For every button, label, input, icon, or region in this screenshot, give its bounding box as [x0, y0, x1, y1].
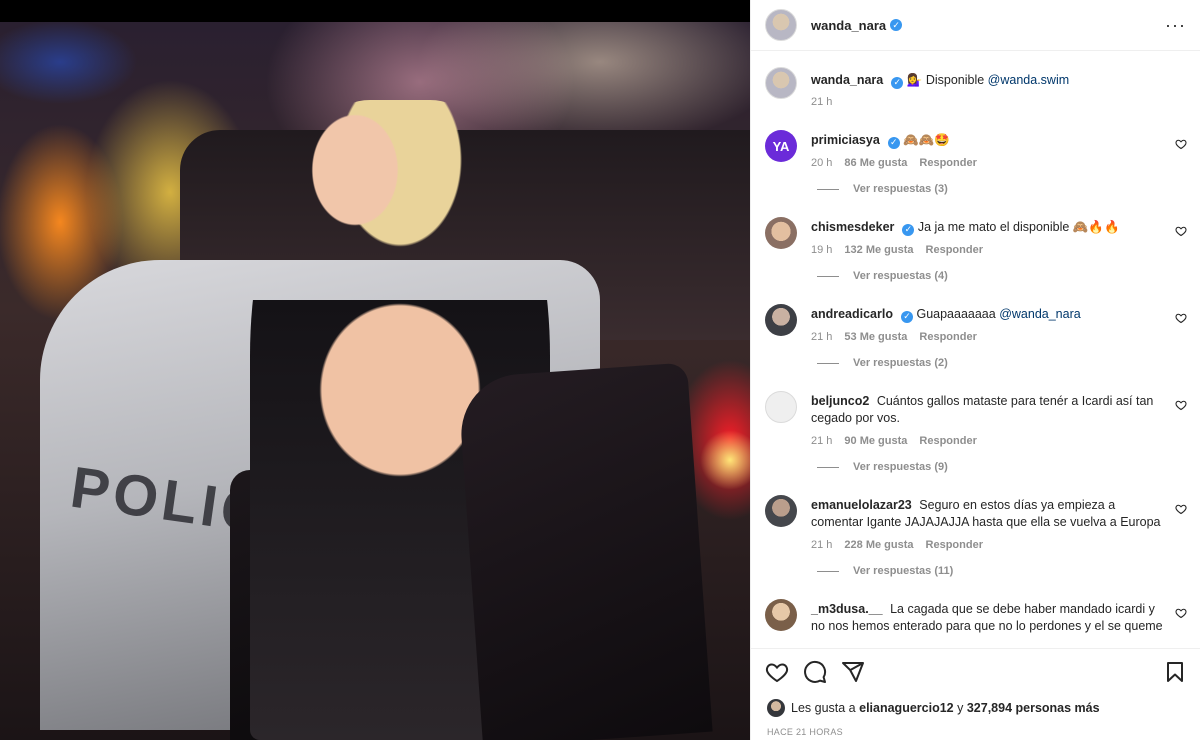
comment-item: emanuelolazar23 Seguro en estos días ya … [765, 493, 1187, 551]
caption-time[interactable]: 21 h [811, 96, 832, 108]
comment-item: chismesdeker ✓ Ja ja me mato el disponibl… [765, 215, 1187, 256]
view-replies-label: Ver respuestas (11) [853, 565, 954, 577]
comment-reply-button[interactable]: Responder [919, 331, 976, 343]
view-replies-label: Ver respuestas (9) [853, 461, 948, 473]
comment-avatar[interactable]: YA [765, 130, 797, 162]
comment-username[interactable]: _m3dusa.__ [811, 602, 883, 616]
comment-likes[interactable]: 228 Me gusta [844, 539, 913, 551]
comment-time[interactable]: 21 h [811, 435, 832, 447]
verified-badge-icon: ✓ [887, 136, 900, 149]
comment-avatar[interactable] [765, 495, 797, 527]
comment-likes[interactable]: 132 Me gusta [844, 244, 913, 256]
comment-item: _m3dusa.__ La cagada que se debe haber m… [765, 597, 1187, 635]
post-caption: wanda_nara ✓ 💁‍♀️ Disponible @wanda.swim … [765, 65, 1187, 108]
comment-time[interactable]: 19 h [811, 244, 832, 256]
photo-top-bar [0, 0, 750, 22]
caption-username[interactable]: wanda_nara [811, 73, 883, 87]
comment-reply-button[interactable]: Responder [919, 157, 976, 169]
view-replies-label: Ver respuestas (2) [853, 357, 948, 369]
comment-item: andreadicarlo ✓ Guapaaaaaaa @wanda_nara 2… [765, 302, 1187, 343]
replies-line [817, 275, 839, 277]
comment-likes[interactable]: 53 Me gusta [844, 331, 907, 343]
view-replies-label: Ver respuestas (3) [853, 183, 948, 195]
comment-username[interactable]: beljunco2 [811, 394, 869, 408]
comment-username[interactable]: emanuelolazar23 [811, 498, 912, 512]
post-dialog: POLICE wanda_nara ✓ ··· wanda_nara ✓ 💁‍♀️… [0, 0, 1200, 740]
comment-likes[interactable]: 90 Me gusta [844, 435, 907, 447]
author-username[interactable]: wanda_nara [811, 18, 886, 33]
comment-text: Guapaaaaaaa [916, 307, 996, 321]
heart-icon[interactable] [1175, 138, 1187, 150]
likes-count-button[interactable]: 327,894 personas más [967, 701, 1100, 715]
heart-icon[interactable] [765, 660, 789, 684]
comment-time[interactable]: 20 h [811, 157, 832, 169]
comment-time[interactable]: 21 h [811, 331, 832, 343]
view-replies-button[interactable]: Ver respuestas (4) [817, 270, 1187, 282]
comment-item: beljunco2 Cuántos gallos mataste para te… [765, 389, 1187, 447]
post-header: wanda_nara ✓ ··· [751, 0, 1200, 51]
comment-reply-button[interactable]: Responder [926, 244, 983, 256]
view-replies-button[interactable]: Ver respuestas (2) [817, 357, 1187, 369]
caption-avatar[interactable] [765, 67, 797, 99]
view-replies-button[interactable]: Ver respuestas (9) [817, 461, 1187, 473]
comment-avatar[interactable] [765, 304, 797, 336]
comment-time[interactable]: 21 h [811, 539, 832, 551]
verified-badge-icon: ✓ [891, 76, 904, 89]
post-actions-bar [751, 648, 1200, 694]
heart-icon[interactable] [1175, 225, 1187, 237]
caption-text: Disponible [925, 73, 985, 87]
caption-emoji: 💁‍♀️ [906, 73, 923, 87]
heart-icon[interactable] [1175, 399, 1187, 411]
post-timestamp[interactable]: Hace 21 horas [767, 727, 843, 737]
liker-username[interactable]: elianaguercio12 [859, 701, 954, 715]
photo-coat-right [457, 362, 713, 740]
comment-reply-button[interactable]: Responder [919, 435, 976, 447]
likes-prefix: Les gusta a [791, 701, 856, 715]
comments-list[interactable]: wanda_nara ✓ 💁‍♀️ Disponible @wanda.swim … [751, 52, 1200, 648]
comment-username[interactable]: andreadicarlo [811, 307, 893, 321]
photo-yellow-light [700, 430, 750, 490]
likes-middle: y [957, 701, 964, 715]
comment-likes[interactable]: 86 Me gusta [844, 157, 907, 169]
bookmark-icon[interactable] [1163, 660, 1187, 684]
comment-avatar[interactable] [765, 599, 797, 631]
comment-text: 🙈🙈🤩 [903, 133, 950, 147]
comment-icon[interactable] [803, 660, 827, 684]
view-replies-button[interactable]: Ver respuestas (11) [817, 565, 1187, 577]
caption-mention[interactable]: @wanda.swim [988, 73, 1069, 87]
comment-avatar[interactable] [765, 217, 797, 249]
comment-mention[interactable]: @wanda_nara [999, 307, 1081, 321]
comment-username[interactable]: primiciasya [811, 133, 880, 147]
likes-summary: Les gusta a elianaguercio12 y 327,894 pe… [767, 699, 1100, 717]
verified-badge-icon: ✓ [900, 310, 913, 323]
comment-username[interactable]: chismesdeker [811, 220, 894, 234]
liker-avatar[interactable] [767, 699, 785, 717]
replies-line [817, 466, 839, 468]
heart-icon[interactable] [1175, 503, 1187, 515]
heart-icon[interactable] [1175, 607, 1187, 619]
more-icon[interactable]: ··· [1165, 16, 1186, 34]
verified-badge-icon: ✓ [890, 19, 903, 31]
comment-reply-button[interactable]: Responder [926, 539, 983, 551]
view-replies-button[interactable]: Ver respuestas (3) [817, 183, 1187, 195]
post-side-panel: wanda_nara ✓ ··· wanda_nara ✓ 💁‍♀️ Dispon… [750, 0, 1200, 740]
share-icon[interactable] [841, 660, 865, 684]
heart-icon[interactable] [1175, 312, 1187, 324]
author-avatar[interactable] [765, 9, 797, 41]
replies-line [817, 362, 839, 364]
view-replies-label: Ver respuestas (4) [853, 270, 948, 282]
comment-avatar[interactable] [765, 391, 797, 423]
post-photo[interactable]: POLICE [0, 0, 750, 740]
replies-line [817, 570, 839, 572]
comment-text: Ja ja me mato el disponible 🙈🔥🔥 [917, 220, 1120, 234]
comment-item: YA primiciasya ✓ 🙈🙈🤩 20 h 86 Me gusta Res… [765, 128, 1187, 169]
verified-badge-icon: ✓ [902, 223, 915, 236]
replies-line [817, 188, 839, 190]
